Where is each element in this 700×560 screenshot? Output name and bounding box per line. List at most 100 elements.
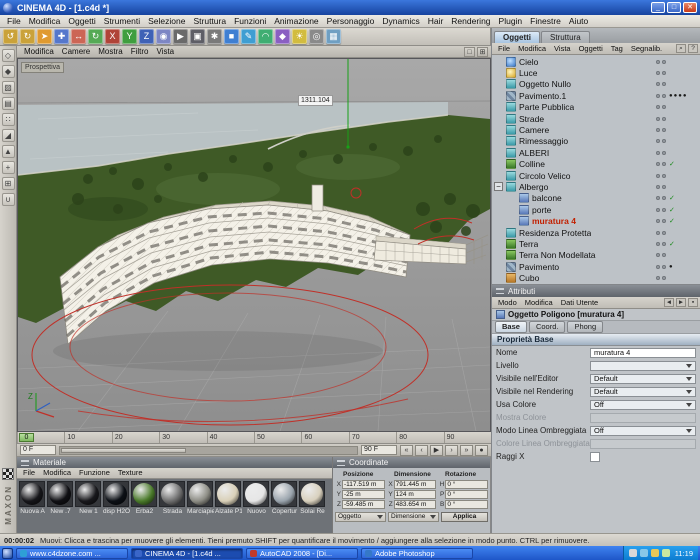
attribute-value-field[interactable]: Off bbox=[590, 425, 696, 436]
object-manager-menu-item[interactable]: Oggetti bbox=[575, 44, 607, 54]
object-tree-item[interactable]: − Albergo bbox=[492, 181, 700, 192]
points-mode-icon[interactable]: ∷ bbox=[1, 113, 15, 126]
visibility-dots[interactable] bbox=[656, 253, 666, 258]
timeline-tick[interactable]: 20 bbox=[111, 432, 159, 443]
timeline-tick[interactable]: 10 bbox=[64, 432, 111, 443]
expand-toggle[interactable] bbox=[494, 205, 503, 214]
attribute-section-header[interactable]: Proprietà Base bbox=[492, 334, 700, 346]
apply-button[interactable]: Applica bbox=[441, 512, 488, 522]
object-mode-icon[interactable]: ◆ bbox=[1, 65, 15, 78]
object-mode-dropdown[interactable]: Oggetto bbox=[335, 512, 386, 522]
current-frame-marker[interactable]: 0 bbox=[19, 433, 34, 442]
material-item[interactable]: Copertur bbox=[271, 481, 298, 516]
manager-tab[interactable]: Struttura bbox=[541, 31, 590, 43]
taskbar-button[interactable]: www.c4dzone.com ... bbox=[16, 547, 128, 559]
visibility-dots[interactable] bbox=[656, 128, 666, 133]
material-item[interactable]: disp H2O bbox=[103, 481, 130, 516]
expand-toggle[interactable] bbox=[494, 251, 503, 260]
close-button[interactable]: ✕ bbox=[683, 2, 697, 13]
object-tree-item[interactable]: Pavimento.1 ●●●● bbox=[492, 90, 700, 101]
attributes-menu-item[interactable]: Modo bbox=[494, 298, 521, 308]
expand-toggle[interactable]: − bbox=[494, 182, 503, 192]
expand-toggle[interactable] bbox=[494, 125, 503, 134]
visibility-dots[interactable] bbox=[656, 264, 666, 269]
attribute-tab[interactable]: Phong bbox=[567, 321, 604, 333]
scrollbar-thumb[interactable] bbox=[61, 447, 186, 453]
taskbar-button[interactable]: CINEMA 4D - [1.c4d ... bbox=[131, 547, 243, 559]
rotation-field[interactable]: 0 ° bbox=[445, 500, 489, 509]
visibility-dots[interactable] bbox=[656, 139, 666, 144]
attribute-value-field[interactable]: Default bbox=[590, 373, 696, 384]
title-bar[interactable]: CINEMA 4D - [1.c4d *] _ □ ✕ bbox=[0, 0, 700, 15]
visibility-dots[interactable] bbox=[656, 196, 666, 201]
material-item[interactable]: Erba2 bbox=[131, 481, 158, 516]
materials-header[interactable]: Materiale bbox=[17, 457, 332, 468]
object-tree-item[interactable]: Strade bbox=[492, 113, 700, 124]
viewport-menu-item[interactable]: Mostra bbox=[94, 46, 126, 57]
visibility-dots[interactable] bbox=[656, 184, 666, 189]
viewport-canvas[interactable]: Z bbox=[17, 59, 491, 432]
material-item[interactable]: Strada bbox=[159, 481, 186, 516]
object-tree-item[interactable]: balcone ✓ bbox=[492, 193, 700, 204]
menu-item[interactable]: Personaggio bbox=[323, 15, 379, 27]
object-tree-item[interactable]: ALBERI bbox=[492, 147, 700, 158]
previous-frame-icon[interactable]: ‹ bbox=[415, 444, 428, 456]
forward-icon[interactable]: ► bbox=[676, 298, 686, 307]
spline-pen-icon[interactable]: ✎ bbox=[241, 29, 256, 44]
antivirus-icon[interactable] bbox=[661, 549, 670, 557]
viewport-menu-item[interactable]: Camere bbox=[58, 46, 94, 57]
expand-toggle[interactable] bbox=[494, 91, 503, 100]
attribute-value-field[interactable] bbox=[590, 451, 600, 462]
timeline-tick[interactable]: 80 bbox=[396, 432, 443, 443]
object-tree[interactable]: Cielo Luce Oggetto Nullo Pavimento.1 ●●●… bbox=[492, 55, 700, 285]
size-mode-dropdown[interactable]: Dimensione bbox=[388, 512, 439, 522]
taskbar-button[interactable]: Adobe Photoshop bbox=[361, 547, 473, 559]
visibility-dots[interactable] bbox=[656, 82, 666, 87]
visibility-dots[interactable] bbox=[656, 173, 666, 178]
attribute-value-field[interactable]: Default bbox=[590, 386, 696, 397]
visibility-dots[interactable] bbox=[656, 150, 666, 155]
material-item[interactable]: New 1 bbox=[75, 481, 102, 516]
menu-item[interactable]: Dynamics bbox=[378, 15, 423, 27]
undo-icon[interactable]: ↺ bbox=[3, 29, 18, 44]
menu-item[interactable]: Selezione bbox=[144, 15, 189, 27]
size-field[interactable]: 791.445 m bbox=[393, 480, 437, 489]
attributes-menu-item[interactable]: Modifica bbox=[521, 298, 557, 308]
menu-item[interactable]: Modifica bbox=[25, 15, 65, 27]
rotate-icon[interactable]: ↻ bbox=[88, 29, 103, 44]
record-key-icon[interactable]: ● bbox=[475, 444, 488, 456]
timeline-ruler[interactable]: 0 102030405060708090 bbox=[17, 432, 491, 444]
expand-toggle[interactable] bbox=[494, 57, 503, 66]
help-icon[interactable]: ? bbox=[688, 44, 698, 53]
materials-menu-item[interactable]: File bbox=[19, 468, 39, 478]
material-item[interactable]: Alzate P1 bbox=[215, 481, 242, 516]
object-tree-item[interactable]: muratura 4 ✓ bbox=[492, 215, 700, 227]
expand-toggle[interactable] bbox=[494, 68, 503, 77]
expand-toggle[interactable] bbox=[494, 228, 503, 237]
object-manager-menu-item[interactable]: Vista bbox=[550, 44, 575, 54]
menu-item[interactable]: Hair bbox=[424, 15, 448, 27]
model-mode-icon[interactable]: ◇ bbox=[1, 49, 15, 62]
object-manager-menu-item[interactable]: Modifica bbox=[514, 44, 550, 54]
expand-toggle[interactable] bbox=[494, 273, 503, 282]
modeling-objects-icon[interactable]: ◆ bbox=[275, 29, 290, 44]
scale-icon[interactable]: ↔ bbox=[71, 29, 86, 44]
maximize-button[interactable]: □ bbox=[667, 2, 681, 13]
lock-y-axis-icon[interactable]: Y bbox=[122, 29, 137, 44]
menu-item[interactable]: Oggetti bbox=[64, 15, 99, 27]
materials-menu-item[interactable]: Modifica bbox=[39, 468, 75, 478]
viewport-menu-item[interactable]: Vista bbox=[152, 46, 178, 57]
object-tree-item[interactable]: Terra ✓ bbox=[492, 238, 700, 249]
lock-x-axis-icon[interactable]: X bbox=[105, 29, 120, 44]
attribute-value-field[interactable]: muratura 4 bbox=[590, 347, 696, 358]
object-manager-menu-item[interactable]: Tag bbox=[607, 44, 627, 54]
object-tree-item[interactable]: Cielo bbox=[492, 56, 700, 67]
material-item[interactable]: Nuova A bbox=[19, 481, 46, 516]
move-icon[interactable]: ✚ bbox=[54, 29, 69, 44]
expand-toggle[interactable] bbox=[494, 137, 503, 146]
object-tree-item[interactable]: Circolo Velico bbox=[492, 170, 700, 181]
size-field[interactable]: 483.654 m bbox=[393, 500, 437, 509]
timeline-tick[interactable]: 50 bbox=[254, 432, 301, 443]
menu-item[interactable]: File bbox=[3, 15, 25, 27]
scene-light-icon[interactable]: ☀ bbox=[292, 29, 307, 44]
